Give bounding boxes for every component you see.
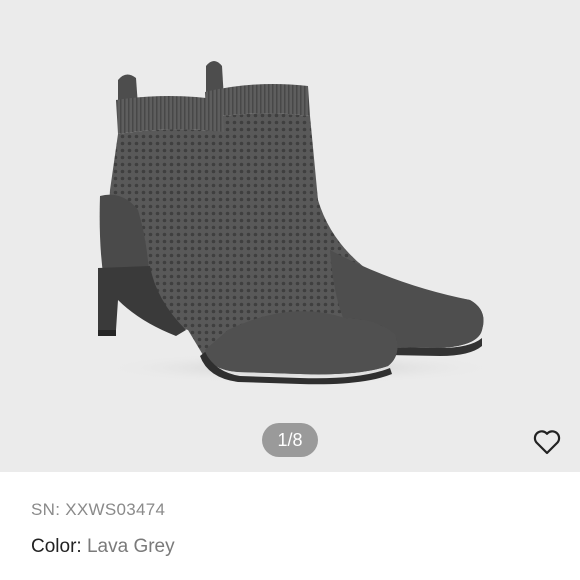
sn-label: SN: (31, 500, 61, 519)
product-image-gallery[interactable]: 1/8 (0, 0, 580, 472)
image-counter: 1/8 (262, 423, 318, 457)
color-value: Lava Grey (86, 536, 175, 557)
color-label: Color: (31, 536, 82, 557)
favorite-button[interactable] (530, 425, 564, 459)
color-row: Color: Lava Grey (31, 536, 560, 558)
serial-number: SN: XXWS03474 (31, 500, 560, 520)
heart-outline-icon (533, 430, 561, 455)
sn-value: XXWS03474 (65, 500, 166, 519)
product-image (98, 61, 500, 385)
product-info: SN: XXWS03474 Color: Lava Grey (31, 500, 560, 558)
